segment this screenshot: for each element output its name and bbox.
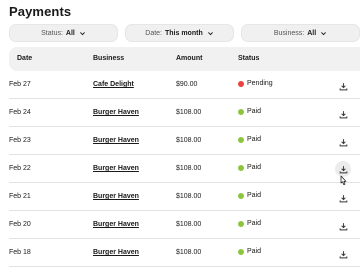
business-link[interactable]: Cafe Delight bbox=[93, 81, 134, 88]
download-icon bbox=[339, 250, 347, 258]
business-link[interactable]: Burger Haven bbox=[93, 249, 139, 256]
download-icon bbox=[339, 138, 347, 146]
payment-date: Feb 21 bbox=[9, 193, 31, 200]
table-row: Feb 21 Burger Haven $108.00 Paid bbox=[9, 183, 360, 211]
payments-table-body: Feb 27 Cafe Delight $90.00 Pending Feb 2… bbox=[9, 71, 360, 267]
payment-date: Feb 24 bbox=[9, 109, 31, 116]
date-filter-value: This month bbox=[165, 29, 203, 37]
status-dot bbox=[238, 192, 244, 199]
status-dot bbox=[238, 164, 244, 171]
payment-date: Feb 27 bbox=[9, 81, 31, 88]
status-label: Paid bbox=[247, 220, 262, 227]
table-row: Feb 24 Burger Haven $108.00 Paid bbox=[9, 99, 360, 127]
table-row: Feb 20 Burger Haven $108.00 Paid bbox=[9, 211, 360, 239]
status-filter-value: All bbox=[65, 29, 75, 37]
header-amount[interactable]: Amount bbox=[176, 55, 202, 62]
download-button[interactable] bbox=[336, 107, 350, 121]
business-link[interactable]: Burger Haven bbox=[93, 221, 139, 228]
payment-date: Feb 23 bbox=[9, 137, 31, 144]
business-link[interactable]: Burger Haven bbox=[93, 165, 139, 172]
mouse-pointer-icon bbox=[340, 175, 347, 185]
payment-amount: $90.00 bbox=[176, 81, 198, 88]
status-label: Paid bbox=[247, 136, 262, 143]
date-filter-label: Date: bbox=[145, 29, 162, 37]
status-badge: Paid bbox=[238, 164, 261, 171]
status-badge: Paid bbox=[238, 192, 261, 199]
status-label: Paid bbox=[247, 164, 262, 171]
status-label: Paid bbox=[247, 248, 262, 255]
status-badge: Paid bbox=[238, 220, 261, 227]
status-dot bbox=[238, 136, 244, 143]
chevron-down-icon bbox=[207, 31, 213, 35]
chevron-down-icon bbox=[321, 31, 327, 35]
status-label: Paid bbox=[247, 108, 262, 115]
payment-date: Feb 20 bbox=[9, 221, 31, 228]
payment-amount: $108.00 bbox=[176, 137, 202, 144]
header-date[interactable]: Date bbox=[17, 55, 32, 62]
status-badge: Paid bbox=[238, 248, 261, 255]
download-icon bbox=[339, 82, 347, 90]
status-label: Pending bbox=[247, 80, 273, 87]
table-row: Feb 27 Cafe Delight $90.00 Pending bbox=[9, 71, 360, 99]
table-row: Feb 23 Burger Haven $108.00 Paid bbox=[9, 127, 360, 155]
page-title: Payments bbox=[9, 4, 72, 19]
status-dot bbox=[238, 108, 244, 115]
table-row: Feb 18 Burger Haven $108.00 Paid bbox=[9, 239, 360, 267]
download-icon bbox=[339, 110, 347, 118]
table-row: Feb 22 Burger Haven $108.00 Paid bbox=[9, 155, 360, 183]
download-button[interactable] bbox=[336, 79, 350, 93]
payment-date: Feb 18 bbox=[9, 249, 31, 256]
status-filter[interactable]: Status: All bbox=[9, 24, 118, 42]
business-filter[interactable]: Business: All bbox=[241, 24, 360, 42]
status-badge: Paid bbox=[238, 108, 261, 115]
download-button[interactable] bbox=[336, 247, 350, 261]
status-filter-label: Status: bbox=[41, 29, 63, 37]
status-dot bbox=[238, 248, 244, 255]
date-filter[interactable]: Date: This month bbox=[125, 24, 234, 42]
business-link[interactable]: Burger Haven bbox=[93, 193, 139, 200]
table-header: Date Business Amount Status bbox=[9, 47, 360, 71]
filter-bar: Status: All Date: This month Business: A… bbox=[9, 24, 360, 42]
status-badge: Paid bbox=[238, 136, 261, 143]
status-badge: Pending bbox=[238, 80, 273, 87]
business-filter-label: Business: bbox=[273, 29, 305, 37]
status-label: Paid bbox=[247, 192, 262, 199]
download-button[interactable] bbox=[336, 191, 350, 205]
payment-date: Feb 22 bbox=[9, 165, 31, 172]
payment-amount: $108.00 bbox=[176, 221, 202, 228]
download-button[interactable] bbox=[336, 135, 350, 149]
business-filter-value: All bbox=[307, 29, 317, 37]
status-dot bbox=[238, 220, 244, 227]
header-business[interactable]: Business bbox=[93, 55, 124, 62]
download-icon bbox=[339, 222, 347, 230]
status-dot bbox=[238, 80, 244, 87]
payment-amount: $108.00 bbox=[176, 193, 202, 200]
download-icon bbox=[339, 165, 347, 173]
payment-amount: $108.00 bbox=[176, 249, 202, 256]
chevron-down-icon bbox=[79, 31, 85, 35]
business-link[interactable]: Burger Haven bbox=[93, 137, 139, 144]
header-status[interactable]: Status bbox=[238, 55, 259, 62]
payment-amount: $108.00 bbox=[176, 165, 202, 172]
download-button[interactable] bbox=[336, 219, 350, 233]
download-icon bbox=[339, 194, 347, 202]
business-link[interactable]: Burger Haven bbox=[93, 109, 139, 116]
payment-amount: $108.00 bbox=[176, 109, 202, 116]
